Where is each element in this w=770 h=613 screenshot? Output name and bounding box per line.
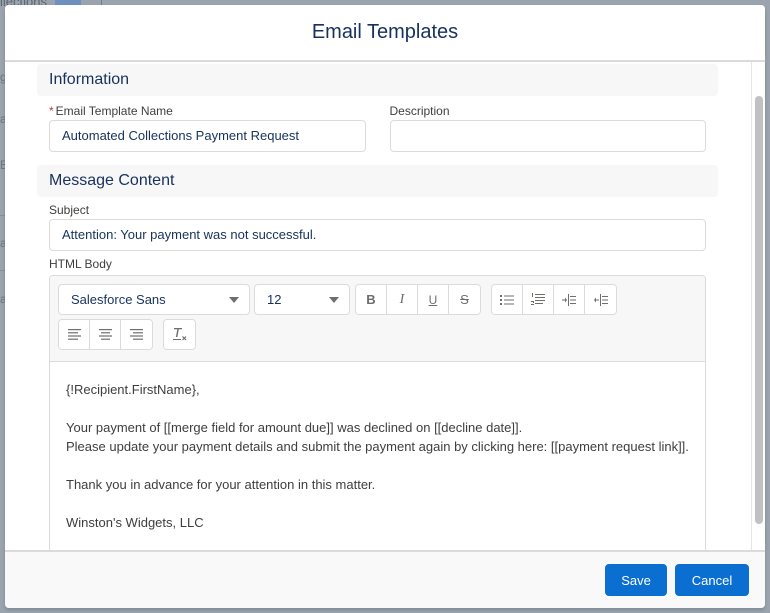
remove-formatting-icon: [172, 328, 186, 341]
description-input[interactable]: [389, 120, 706, 152]
chevron-down-icon: [329, 296, 339, 303]
save-button[interactable]: Save: [605, 564, 667, 596]
section-title: Information: [49, 71, 130, 88]
numbered-list-button[interactable]: [523, 285, 554, 314]
section-header-information: Information: [37, 64, 718, 96]
subject-input[interactable]: Attention: Your payment was not successf…: [49, 219, 706, 251]
strikethrough-icon: S: [460, 292, 469, 307]
email-template-name-label: * Email Template Name: [49, 102, 366, 120]
font-size-select[interactable]: 12: [254, 284, 350, 315]
align-button-group: [58, 319, 153, 350]
html-body-label: HTML Body: [49, 257, 112, 271]
format-button-group: B I U S: [355, 284, 481, 315]
email-template-name-input[interactable]: Automated Collections Payment Request: [49, 120, 366, 152]
html-body-editor[interactable]: {!Recipient.FirstName}, Your payment of …: [50, 362, 705, 532]
modal-header: Email Templates: [5, 5, 765, 62]
chevron-down-icon: [229, 296, 239, 303]
italic-button[interactable]: I: [387, 285, 418, 314]
editor-toolbar: Salesforce Sans 12 B I U S: [50, 276, 705, 362]
outdent-icon: [593, 293, 608, 306]
remove-formatting-button[interactable]: [164, 320, 195, 349]
body-line: Please update your payment details and s…: [66, 439, 689, 454]
align-center-button[interactable]: [90, 320, 121, 349]
section-header-message-content: Message Content: [37, 165, 718, 197]
font-family-select[interactable]: Salesforce Sans: [58, 284, 250, 315]
modal-title: Email Templates: [311, 21, 459, 43]
label-text: Email Template Name: [55, 104, 173, 118]
align-right-button[interactable]: [121, 320, 152, 349]
bulleted-list-icon: [500, 294, 514, 305]
align-center-icon: [98, 329, 112, 340]
email-templates-modal: Email Templates Information * Email Templ…: [5, 5, 765, 608]
clear-format-group: [163, 319, 196, 350]
scrollbar-thumb[interactable]: [755, 96, 763, 524]
font-family-value: Salesforce Sans: [71, 292, 166, 307]
rich-text-editor: Salesforce Sans 12 B I U S {!Recipient.F…: [49, 275, 706, 550]
bulleted-list-button[interactable]: [492, 285, 523, 314]
information-row: * Email Template Name Automated Collectio…: [37, 96, 718, 152]
font-size-value: 12: [267, 292, 282, 307]
html-body-label-wrap: HTML Body: [37, 255, 718, 273]
align-left-button[interactable]: [59, 320, 90, 349]
bold-button[interactable]: B: [356, 285, 387, 314]
underline-button[interactable]: U: [418, 285, 449, 314]
underline-icon: U: [428, 292, 438, 307]
italic-icon: I: [399, 291, 405, 307]
body-line: Your payment of [[merge field for amount…: [66, 420, 523, 435]
align-left-icon: [67, 329, 81, 340]
modal-footer: Save Cancel: [5, 550, 765, 608]
modal-content: Information * Email Template Name Automat…: [37, 62, 718, 550]
body-line: Thank you in advance for your attention …: [66, 477, 376, 492]
description-field: Description: [389, 96, 706, 152]
description-label: Description: [389, 104, 450, 118]
cancel-button[interactable]: Cancel: [675, 564, 749, 596]
body-line: [66, 399, 689, 418]
indent-button[interactable]: [554, 285, 585, 314]
body-line: {!Recipient.FirstName},: [66, 382, 200, 397]
subject-label: Subject: [49, 203, 90, 217]
email-template-name-field: * Email Template Name Automated Collectio…: [49, 96, 366, 152]
subject-field: Subject Attention: Your payment was not …: [37, 201, 718, 251]
section-title: Message Content: [49, 172, 175, 189]
strikethrough-button[interactable]: S: [449, 285, 480, 314]
numbered-list-icon: [531, 293, 545, 305]
toolbar-row-2: [58, 319, 697, 350]
body-line: Winston's Widgets, LLC: [66, 515, 204, 530]
toolbar-row-1: Salesforce Sans 12 B I U S: [58, 284, 697, 315]
outdent-button[interactable]: [585, 285, 616, 314]
modal-scrollbar[interactable]: [751, 62, 765, 550]
indent-icon: [562, 293, 576, 306]
bold-icon: B: [366, 292, 376, 307]
modal-body: Information * Email Template Name Automat…: [5, 62, 765, 550]
list-button-group: [491, 284, 617, 315]
body-line: [66, 456, 689, 475]
required-marker: *: [49, 104, 54, 118]
align-right-icon: [130, 329, 143, 340]
body-line: [66, 494, 689, 513]
